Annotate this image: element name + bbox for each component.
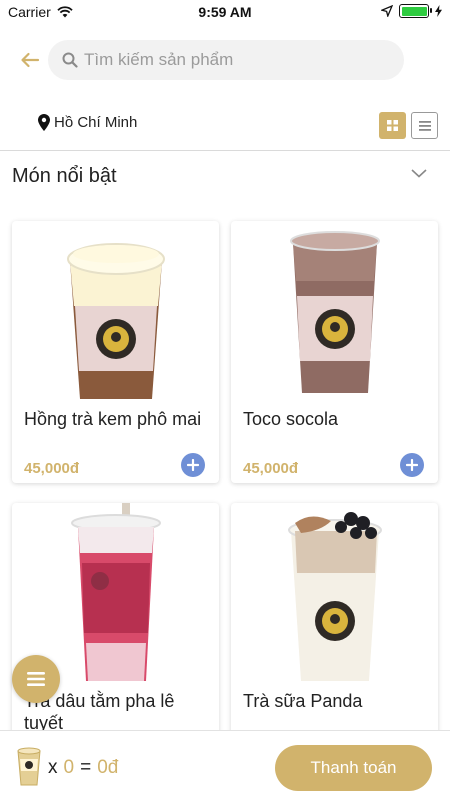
back-button[interactable] [14,46,46,74]
list-view-icon [418,120,431,131]
cart-button[interactable] [16,747,42,792]
add-to-cart-button[interactable] [181,453,205,477]
location-selector[interactable]: Hồ Chí Minh [38,114,137,131]
search-bar[interactable] [48,40,404,80]
section-title: Món nổi bật [12,165,117,187]
product-card[interactable]: Toco socola 45,000đ [231,221,438,483]
plus-icon [406,459,418,471]
product-card[interactable]: Hồng trà kem phô mai 45,000đ [12,221,219,483]
cart-x-label: x [48,757,58,778]
cart-equals: = [80,757,92,778]
cart-bar: x 0 = 0đ Thanh toán [0,730,450,800]
map-pin-icon [38,114,50,131]
search-icon [62,52,78,68]
search-input[interactable] [84,50,384,70]
charging-icon [435,5,442,17]
drink-cup-image [288,512,382,681]
chevron-down-icon [411,169,427,178]
drink-cup-image [67,243,165,399]
status-right [381,4,442,18]
status-bar: Carrier 9:59 AM [0,0,450,24]
add-to-cart-button[interactable] [400,453,424,477]
product-image [231,221,438,406]
cup-icon [17,747,41,786]
section-collapse-button[interactable] [410,166,428,184]
cart-quantity: 0 [63,757,75,778]
menu-icon [27,672,45,686]
product-name: Toco socola [243,409,339,429]
list-view-button[interactable] [411,112,438,139]
cart-summary: x 0 = 0đ [48,757,118,779]
cart-total: 0đ [97,757,119,778]
product-image [12,221,219,406]
product-card[interactable]: Trà dâu tằm pha lê tuyết [12,503,219,743]
product-image [231,503,438,688]
product-name: Hồng trà kem phô mai [24,409,202,429]
grid-view-button[interactable] [379,112,406,139]
arrow-left-icon [21,52,40,68]
product-card[interactable]: Trà sữa Panda [231,503,438,743]
divider [0,150,450,151]
product-price: 45,000đ [24,460,80,477]
product-price: 45,000đ [243,460,299,477]
location-arrow-icon [381,5,393,17]
location-label: Hồ Chí Minh [54,114,138,131]
plus-icon [187,459,199,471]
battery-icon [399,4,432,18]
menu-button[interactable] [12,655,60,703]
grid-view-icon [387,120,398,131]
product-name: Trà sữa Panda [243,691,363,711]
checkout-button[interactable]: Thanh toán [275,745,432,791]
drink-cup-image [290,231,380,393]
